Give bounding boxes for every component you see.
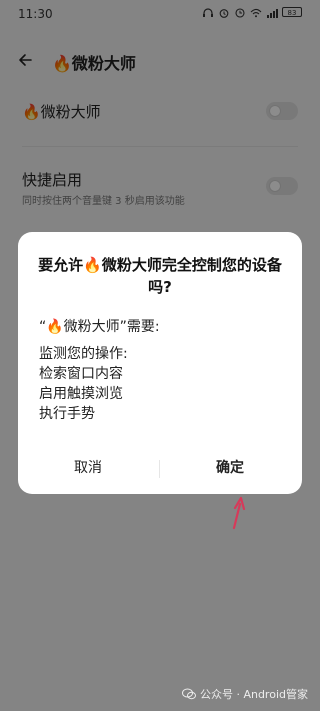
permission-item: 执行手势 — [39, 406, 95, 422]
permission-dialog: 要允许🔥微粉大师完全控制您的设备吗? “🔥微粉大师”需要: 监测您的操作: 检索… — [18, 232, 302, 494]
watermark-text: 公众号 · Android管家 — [199, 688, 308, 701]
confirm-button[interactable]: 确定 — [170, 456, 290, 480]
permission-list: 监测您的操作: 检索窗口内容 启用触摸浏览 执行手势 — [39, 344, 128, 424]
permission-item: 检索窗口内容 — [39, 366, 123, 382]
permission-item: 监测您的操作: — [39, 346, 128, 362]
permission-item: 启用触摸浏览 — [39, 386, 123, 402]
cancel-button[interactable]: 取消 — [28, 456, 148, 480]
watermark: 公众号 · Android管家 — [181, 686, 308, 702]
button-divider — [159, 460, 160, 478]
wechat-icon — [181, 688, 196, 700]
dialog-subtitle: “🔥微粉大师”需要: — [39, 319, 160, 335]
pointer-arrow-icon — [232, 496, 246, 530]
dialog-title: 要允许🔥微粉大师完全控制您的设备吗? — [38, 256, 282, 296]
